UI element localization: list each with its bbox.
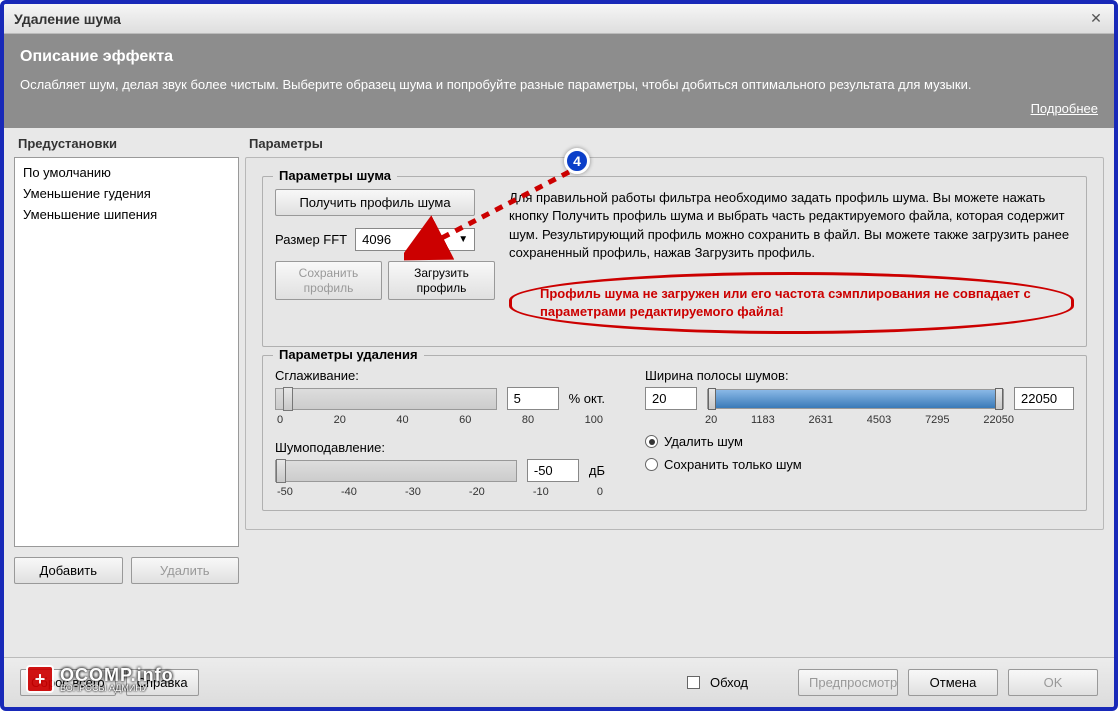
fft-label: Размер FFT [275,232,347,247]
plus-icon: + [26,665,54,693]
description-heading: Описание эффекта [20,48,1098,66]
reduction-slider[interactable] [275,460,517,482]
reduction-label: Шумоподавление: [275,440,605,455]
smoothing-slider[interactable] [275,388,497,410]
more-link[interactable]: Подробнее [1031,101,1098,116]
profile-error-message: Профиль шума не загружен или его частота… [509,272,1074,334]
bypass-checkbox[interactable] [687,676,700,689]
save-profile-button[interactable]: Сохранить профиль [275,261,382,300]
params-label: Параметры [249,136,1104,151]
description-panel: Описание эффекта Ослабляет шум, делая зв… [4,34,1114,128]
reduction-input[interactable]: -50 [527,459,579,482]
presets-listbox[interactable]: По умолчанию Уменьшение гудения Уменьшен… [14,157,239,547]
noise-params-legend: Параметры шума [273,168,397,183]
titlebar: Удаление шума ✕ [4,4,1114,34]
keep-noise-radio[interactable]: Сохранить только шум [645,457,1074,472]
preview-button[interactable]: Предпросмотр [798,669,898,696]
window-title: Удаление шума [14,11,121,27]
watermark: + OCOMP.info ВОПРОСЫ АДМИНУ [26,665,174,693]
load-profile-button[interactable]: Загрузить профиль [388,261,495,300]
removal-params-legend: Параметры удаления [273,347,424,362]
band-ticks: 20118326314503729522050 [645,414,1074,426]
presets-label: Предустановки [18,136,239,151]
preset-item[interactable]: По умолчанию [19,162,234,183]
removal-params-fieldset: Параметры удаления Сглаживание: 5 % окт. [262,355,1087,511]
chevron-down-icon: ▼ [458,234,468,245]
remove-noise-radio[interactable]: Удалить шум [645,434,1074,449]
annotation-badge: 4 [564,148,590,174]
reduction-unit: дБ [589,463,605,478]
delete-preset-button[interactable]: Удалить [131,557,240,584]
noise-params-fieldset: Параметры шума Получить профиль шума Раз… [262,176,1087,347]
band-range-slider[interactable] [707,389,1004,409]
smoothing-label: Сглаживание: [275,368,605,383]
preset-item[interactable]: Уменьшение гудения [19,183,234,204]
noise-help-text: Для правильной работы фильтра необходимо… [509,189,1074,262]
radio-icon [645,458,658,471]
band-low-input[interactable]: 20 [645,387,697,410]
cancel-button[interactable]: Отмена [908,669,998,696]
bypass-label: Обход [710,675,748,690]
fft-value: 4096 [362,232,391,247]
fft-dropdown[interactable]: 4096 ▼ [355,228,475,251]
band-label: Ширина полосы шумов: [645,368,1074,383]
close-icon[interactable]: ✕ [1088,11,1104,27]
radio-icon [645,435,658,448]
watermark-line1: OCOMP.info [60,666,174,684]
preset-item[interactable]: Уменьшение шипения [19,204,234,225]
get-noise-profile-button[interactable]: Получить профиль шума [275,189,475,216]
reduction-ticks: -50-40-30-20-100 [275,486,605,498]
smoothing-unit: % окт. [569,391,605,406]
band-high-input[interactable]: 22050 [1014,387,1074,410]
smoothing-ticks: 020406080100 [275,414,605,426]
dialog-window: Удаление шума ✕ Описание эффекта Ослабля… [0,0,1118,711]
description-text: Ослабляет шум, делая звук более чистым. … [20,76,1098,94]
add-preset-button[interactable]: Добавить [14,557,123,584]
ok-button[interactable]: OK [1008,669,1098,696]
smoothing-input[interactable]: 5 [507,387,559,410]
